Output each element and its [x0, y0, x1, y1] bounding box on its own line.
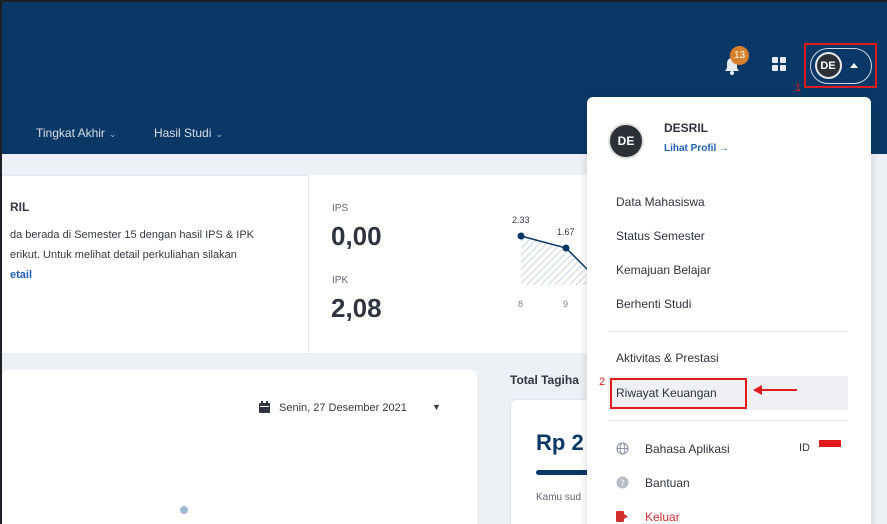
menu-item-bantuan[interactable]: Bantuan: [645, 476, 690, 490]
menu-avatar: DE: [608, 123, 644, 159]
billing-title: Total Tagiha: [510, 373, 579, 387]
detail-link[interactable]: etail: [10, 269, 32, 281]
menu-item-bahasa-aplikasi[interactable]: Bahasa Aplikasi: [645, 442, 730, 456]
user-dropdown-menu: DE DESRIL Lihat Profil → Data Mahasiswa …: [587, 97, 871, 524]
caret-down-icon[interactable]: ▼: [432, 402, 441, 412]
annotation-mark: [819, 440, 841, 447]
menu-divider: [608, 331, 848, 332]
chart-point: [517, 232, 525, 240]
annotation-arrow-line: [762, 389, 797, 391]
apps-grid-icon[interactable]: [772, 57, 786, 71]
menu-item-status-semester[interactable]: Status Semester: [616, 229, 705, 243]
menu-divider: [608, 420, 848, 421]
ips-value: 0,00: [331, 221, 382, 251]
view-profile-link[interactable]: Lihat Profil →: [664, 143, 729, 154]
welcome-title: RIL: [10, 200, 30, 214]
schedule-card: Senin, 27 Desember 2021 ▼: [2, 370, 477, 524]
globe-icon: [616, 442, 629, 455]
billing-note: Kamu sud: [536, 492, 582, 503]
user-menu-button[interactable]: DE: [804, 43, 877, 88]
schedule-date[interactable]: Senin, 27 Desember 2021: [279, 402, 407, 414]
stats-card: IPS 0,00 IPK 2,08 2.33 1.67 8 9: [308, 175, 588, 353]
avatar: DE: [814, 52, 842, 79]
billing-card: Rp 2 Kamu sud: [510, 399, 591, 524]
chart-value-2: 1.67: [557, 227, 575, 237]
chart-point: [562, 244, 570, 252]
notification-badge: 13: [730, 46, 749, 65]
caret-up-icon: [849, 63, 858, 68]
annotation-1: 1: [795, 82, 802, 94]
menu-item-berhenti-studi[interactable]: Berhenti Studi: [616, 297, 691, 311]
chevron-down-icon: ⌄: [215, 129, 223, 139]
nav-hasil-studi[interactable]: Hasil Studi ⌄: [154, 126, 223, 140]
map-pin-icon: [180, 506, 188, 514]
welcome-card: RIL da berada di Semester 15 dengan hasi…: [2, 175, 308, 353]
ipk-label: IPK: [332, 275, 349, 286]
billing-amount: Rp 2: [536, 430, 584, 455]
app-frame: 13 DE 1 Tingkat Akhir ⌄ Hasil Studi ⌄ RIL …: [0, 0, 887, 524]
nav-tingkat-akhir[interactable]: Tingkat Akhir ⌄: [36, 126, 116, 140]
help-icon: ?: [616, 476, 629, 489]
nav-label: Hasil Studi: [154, 126, 212, 140]
user-name: DESRIL: [664, 121, 709, 135]
ipk-value: 2,08: [331, 293, 382, 323]
menu-item-data-mahasiswa[interactable]: Data Mahasiswa: [616, 195, 705, 209]
welcome-text-2: erikut. Untuk melihat detail perkuliahan…: [10, 249, 237, 261]
chevron-down-icon: ⌄: [108, 129, 117, 139]
language-value[interactable]: ID: [799, 442, 810, 454]
svg-text:?: ?: [620, 479, 625, 489]
chart-tick-1: 8: [518, 299, 524, 309]
ips-trend-chart: [517, 232, 588, 285]
billing-progress-bar: [536, 470, 591, 475]
welcome-text-1: da berada di Semester 15 dengan hasil IP…: [10, 229, 254, 241]
calendar-icon: [259, 401, 270, 413]
chart-tick-2: 9: [563, 299, 569, 309]
nav-label: Tingkat Akhir: [36, 126, 105, 140]
chart-value-1: 2.33: [512, 215, 530, 225]
menu-item-aktivitas-prestasi[interactable]: Aktivitas & Prestasi: [616, 351, 719, 365]
logout-icon: [616, 511, 628, 522]
annotation-2: 2: [599, 376, 606, 388]
menu-item-kemajuan-belajar[interactable]: Kemajuan Belajar: [616, 263, 711, 277]
menu-item-keluar[interactable]: Keluar: [645, 510, 680, 524]
ips-label: IPS: [332, 203, 349, 214]
annotation-arrow-icon: [753, 385, 762, 395]
menu-item-riwayat-keuangan[interactable]: Riwayat Keuangan: [616, 386, 717, 400]
